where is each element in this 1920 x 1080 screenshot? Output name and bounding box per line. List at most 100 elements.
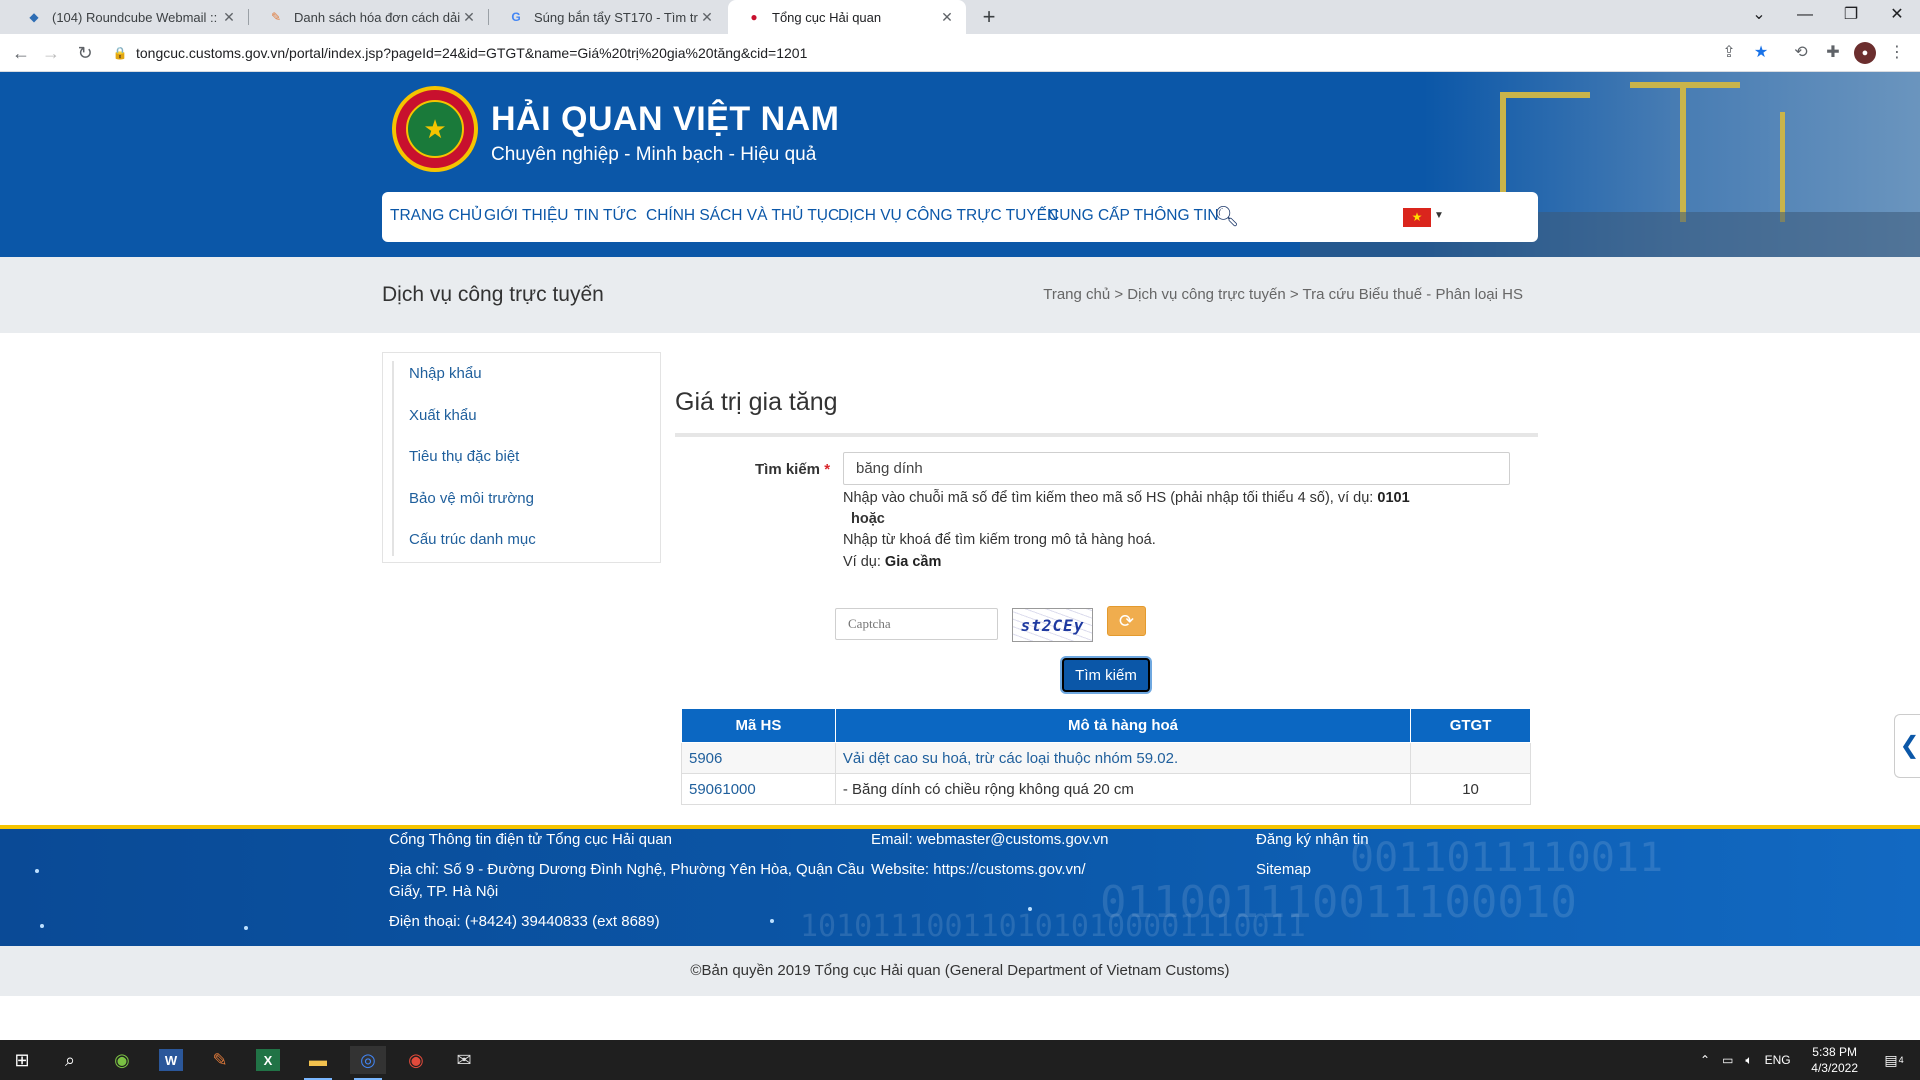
hs-code-link[interactable]: 5906 (681, 742, 836, 774)
search-label: Tìm kiếm * (755, 461, 831, 478)
site-slogan: Chuyên nghiệp - Minh bạch - Hiệu quả (491, 144, 817, 165)
browser-toolbar: ← → ↻ 🔒 tongcuc.customs.gov.vn/portal/in… (0, 34, 1920, 72)
customs-logo[interactable]: ★ (392, 86, 478, 172)
zalo-icon[interactable]: ✉ (446, 1046, 482, 1074)
binary-decoration: 0011011110011 (1350, 835, 1664, 881)
tab-separator (248, 9, 249, 25)
close-window-button[interactable]: ✕ (1874, 0, 1920, 30)
description-cell[interactable]: Vải dệt cao su hoá, trừ các loại thuộc n… (834, 742, 1412, 774)
forward-arrow-icon[interactable]: → (38, 40, 64, 66)
clock-date: 4/3/2022 (1811, 1061, 1858, 1075)
extensions-puzzle-icon[interactable]: ✚ (1822, 42, 1844, 64)
close-tab-icon[interactable]: ✕ (460, 9, 478, 26)
chevron-up-icon[interactable]: ⌃ (1700, 1053, 1710, 1067)
nav-online-services[interactable]: DỊCH VỤ CÔNG TRỰC TUYẾN (838, 207, 1058, 225)
footer-website-link[interactable]: Website: https://customs.gov.vn/ (871, 859, 1086, 881)
footer-portal-name: Cổng Thông tin điện tử Tổng cục Hải quan (389, 831, 673, 848)
menu-item-export[interactable]: Xuất khẩu (409, 407, 477, 424)
help-text-code: Nhập vào chuỗi mã số để tìm kiếm theo mã… (843, 490, 1410, 506)
volume-icon[interactable]: 🔈︎ (1745, 1053, 1752, 1068)
search-submit-button[interactable]: Tìm kiếm (1062, 658, 1150, 692)
reload-icon[interactable]: ↻ (72, 40, 98, 66)
refresh-icon: ⟳ (1118, 611, 1135, 631)
new-tab-button[interactable]: + (976, 4, 1002, 30)
browser-tab-roundcube[interactable]: ◆ (104) Roundcube Webmail :: Hộp ✕ (8, 0, 248, 34)
browser-tab-customs[interactable]: ● Tổng cục Hải quan ✕ (728, 0, 966, 34)
footer-subscribe-link[interactable]: Đăng ký nhận tin (1256, 829, 1369, 851)
table-row: 59061000 - Băng dính có chiều rộng không… (681, 773, 1531, 805)
captcha-input[interactable] (835, 608, 998, 640)
word-icon[interactable]: W (159, 1049, 183, 1071)
close-tab-icon[interactable]: ✕ (220, 9, 238, 26)
lock-icon: 🔒 (112, 46, 128, 60)
profile-avatar-icon[interactable]: ● (1854, 42, 1876, 64)
copyright-band: ©Bản quyền 2019 Tổng cục Hải quan (Gener… (0, 946, 1920, 996)
search-input[interactable] (843, 452, 1510, 485)
file-explorer-icon[interactable]: ▬ (300, 1046, 336, 1080)
extension-sync-icon[interactable]: ⟲ (1790, 42, 1812, 64)
windows-taskbar: ⊞ ⌕ ◉ W ✎ X ▬ ◎ ◉ ✉ ⌃ ▭ 🔈︎ ENG 5:38 PM 4… (0, 1040, 1920, 1080)
menu-item-special-consumption[interactable]: Tiêu thụ đặc biệt (409, 448, 519, 465)
help-text-example: Ví dụ: Gia cầm (843, 554, 942, 570)
vietnam-flag-icon[interactable]: ★ (1403, 208, 1431, 227)
windows-start-icon[interactable]: ⊞ (4, 1046, 40, 1074)
bookmark-star-icon[interactable]: ★ (1750, 42, 1772, 64)
menu-kebab-icon[interactable]: ⋮ (1886, 42, 1908, 64)
page-band: Dịch vụ công trực tuyến Trang chủ > Dịch… (0, 257, 1920, 333)
chevron-down-icon[interactable]: ▼ (1434, 210, 1444, 221)
chrome-icon[interactable]: ◎ (350, 1046, 386, 1080)
search-icon[interactable]: 🔍︎ (1214, 204, 1239, 229)
minimize-button[interactable]: — (1782, 0, 1828, 30)
hs-code-link[interactable]: 59061000 (681, 773, 836, 805)
column-header-description: Mô tả hàng hoá (834, 708, 1412, 743)
breadcrumb[interactable]: Trang chủ > Dịch vụ công trực tuyến > Tr… (1043, 286, 1523, 303)
browser-tab-invoice[interactable]: ✎ Danh sách hóa đơn cách dải ✕ (250, 0, 488, 34)
nav-home[interactable]: TRANG CHỦ (390, 207, 482, 225)
close-tab-icon[interactable]: ✕ (698, 9, 716, 26)
nav-news[interactable]: TIN TỨC (574, 207, 637, 225)
column-header-vat: GTGT (1410, 708, 1531, 743)
menu-item-environment[interactable]: Bảo vệ môi trường (409, 490, 534, 507)
refresh-captcha-button[interactable]: ⟳ (1107, 606, 1146, 636)
clock-time: 5:38 PM (1812, 1045, 1857, 1059)
search-icon[interactable]: ⌕ (52, 1046, 88, 1074)
nav-information[interactable]: CUNG CẤP THÔNG TIN (1048, 207, 1219, 225)
tab-title: Danh sách hóa đơn cách dải (294, 9, 460, 25)
column-header-hs-code: Mã HS (681, 708, 836, 743)
side-panel-toggle[interactable]: ❮ (1894, 714, 1920, 778)
footer-address-line2: Giấy, TP. Hà Nội (389, 883, 499, 900)
menu-item-catalog-structure[interactable]: Cấu trúc danh mục (409, 531, 536, 548)
back-arrow-icon[interactable]: ← (8, 40, 34, 66)
site-title: HẢI QUAN VIỆT NAM (491, 100, 840, 138)
notification-icon[interactable]: ▤ 4 (1876, 1046, 1912, 1074)
address-bar[interactable]: 🔒 tongcuc.customs.gov.vn/portal/index.js… (110, 38, 1810, 68)
close-tab-icon[interactable]: ✕ (938, 9, 956, 26)
left-menu: Nhập khẩu Xuất khẩu Tiêu thụ đặc biệt Bả… (382, 352, 661, 563)
binary-decoration: 1010111001101010100001110011 (800, 909, 1306, 944)
nav-policies[interactable]: CHÍNH SÁCH VÀ THỦ TỤC (646, 207, 839, 225)
footer-sitemap-link[interactable]: Sitemap (1256, 859, 1311, 881)
browser-tab-google[interactable]: G Súng bắn tẩy ST170 - Tìm trên Gi ✕ (490, 0, 726, 34)
page-title: Giá trị gia tăng (675, 388, 838, 416)
sublime-icon[interactable]: ✎ (202, 1046, 238, 1074)
language-indicator[interactable]: ENG (1765, 1053, 1791, 1067)
chevron-left-icon: ❮ (1899, 732, 1920, 759)
tab-title: (104) Roundcube Webmail :: Hộp (52, 9, 220, 25)
tab-search-icon[interactable]: ⌄ (1736, 0, 1782, 30)
app-green-icon[interactable]: ◉ (104, 1046, 140, 1074)
nav-about[interactable]: GIỚI THIỆU (484, 207, 569, 225)
vat-cell: 10 (1410, 773, 1531, 805)
menu-item-import[interactable]: Nhập khẩu (409, 365, 482, 382)
title-divider (675, 433, 1538, 437)
clock[interactable]: 5:38 PM 4/3/2022 (1811, 1044, 1858, 1076)
footer-email-link[interactable]: Email: webmaster@customs.gov.vn (871, 829, 1109, 851)
excel-icon[interactable]: X (256, 1049, 280, 1071)
roundcube-icon: ◆ (29, 10, 39, 24)
restore-button[interactable]: ❐ (1828, 0, 1874, 30)
section-title: Dịch vụ công trực tuyến (382, 283, 604, 306)
browser-alt-icon[interactable]: ◉ (398, 1046, 434, 1074)
share-icon[interactable]: ⇪ (1718, 42, 1740, 64)
network-icon[interactable]: ▭ (1722, 1053, 1733, 1067)
tab-separator (488, 9, 489, 25)
customs-icon: ● (750, 10, 758, 24)
